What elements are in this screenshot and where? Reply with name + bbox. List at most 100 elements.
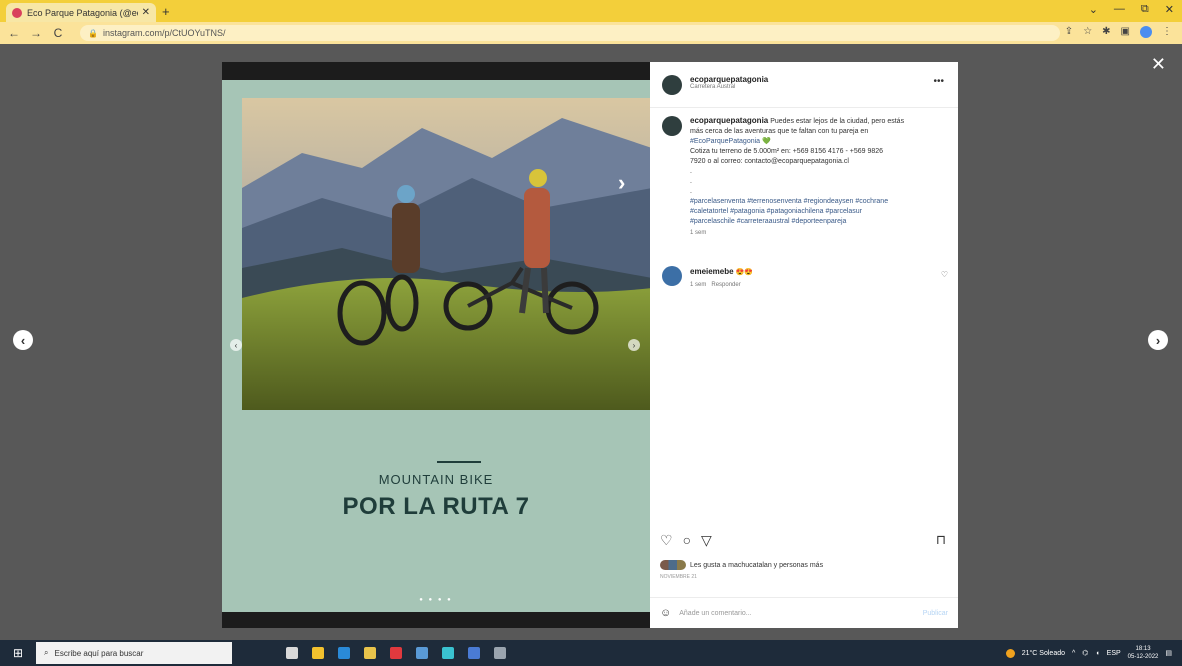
author-username[interactable]: ecoparquepatagonia bbox=[690, 75, 768, 84]
caption-line: Cotiza tu terreno de 5.000m² en: +569 81… bbox=[690, 148, 884, 155]
new-tab-button[interactable]: + bbox=[162, 4, 170, 19]
image-caption-small: MOUNTAIN BIKE bbox=[378, 472, 494, 487]
screen: Eco Parque Patagonia (@ecopar ✕ + ⌄ — ⧉ … bbox=[0, 0, 1182, 666]
modal-close-icon[interactable]: ✕ bbox=[1151, 54, 1166, 75]
weather-text[interactable]: 21°C Soleado bbox=[1022, 650, 1065, 657]
tray-chevron-icon[interactable]: ^ bbox=[1072, 650, 1075, 657]
carousel-dots: ● ● ● ● bbox=[419, 597, 453, 603]
browser-tabbar: Eco Parque Patagonia (@ecopar ✕ + ⌄ — ⧉ … bbox=[0, 0, 1182, 22]
comment-username[interactable]: emeiemebe bbox=[690, 267, 734, 276]
tab-search-chevron-icon[interactable]: ⌄ bbox=[1089, 3, 1098, 16]
caption-hashtags[interactable]: #parcelaschile #carreteraaustral #deport… bbox=[690, 217, 940, 227]
taskbar-search[interactable]: ⌕ Escribe aquí para buscar bbox=[36, 642, 232, 664]
caption-author[interactable]: ecoparquepatagonia bbox=[690, 116, 768, 125]
next-post-button[interactable]: › bbox=[1148, 330, 1168, 350]
task-view-icon[interactable] bbox=[286, 647, 298, 659]
windows-start-icon[interactable]: ⊞ bbox=[0, 646, 36, 660]
reload-button[interactable]: C bbox=[52, 26, 64, 40]
carousel-mini-prev-icon[interactable]: ‹ bbox=[230, 339, 242, 351]
caption-line: . bbox=[690, 168, 692, 175]
emoji-picker-icon[interactable]: ☺ bbox=[660, 607, 671, 619]
like-heart-icon[interactable]: ♡ bbox=[660, 532, 673, 549]
mountain-bikers-photo bbox=[242, 98, 650, 410]
caption-hashtags[interactable]: #caletatortel #patagonia #patagoniachile… bbox=[690, 207, 940, 217]
taskbar-clock[interactable]: 18:13 05-12-2022 bbox=[1128, 645, 1159, 661]
browser-tab[interactable]: Eco Parque Patagonia (@ecopar ✕ bbox=[6, 3, 156, 22]
post-image: › ‹ › MOUNTAIN BIKE POR LA RUTA 7 ● ● ● … bbox=[222, 62, 650, 628]
sidebar-icon[interactable]: ▣ bbox=[1121, 26, 1130, 38]
add-comment-bar: ☺ Añade un comentario... Publicar bbox=[650, 597, 958, 628]
previous-post-button[interactable]: ‹ bbox=[13, 330, 33, 350]
share-icon[interactable]: ⇪ bbox=[1065, 26, 1073, 38]
chrome-browser-icon[interactable] bbox=[442, 647, 454, 659]
caption-time: 1 sem bbox=[690, 230, 707, 236]
maximize-button[interactable]: ⧉ bbox=[1141, 3, 1149, 16]
commenter-avatar[interactable] bbox=[662, 266, 682, 286]
image-caption-big: POR LA RUTA 7 bbox=[342, 493, 530, 520]
post-modal-overlay: ✕ ‹ › › ‹ › MOUNTAIN BIKE POR LA RUTA 7 … bbox=[0, 44, 1182, 640]
taskbar-search-placeholder: Escribe aquí para buscar bbox=[54, 648, 144, 658]
likes-summary: Les gusta a machucatalan y personas más bbox=[660, 560, 823, 570]
likes-text[interactable]: Les gusta a machucatalan y personas más bbox=[690, 562, 823, 569]
liker-avatars bbox=[660, 560, 686, 570]
network-icon[interactable]: ⌬ bbox=[1082, 649, 1088, 657]
search-icon: ⌕ bbox=[44, 648, 49, 657]
star-icon[interactable]: ☆ bbox=[1083, 26, 1092, 38]
author-avatar[interactable] bbox=[662, 75, 682, 95]
carousel-mini-next-icon[interactable]: › bbox=[628, 339, 640, 351]
tab-close-icon[interactable]: ✕ bbox=[142, 7, 150, 18]
caption-line: . bbox=[690, 178, 692, 185]
minimize-button[interactable]: — bbox=[1114, 3, 1125, 16]
store-icon[interactable] bbox=[416, 647, 428, 659]
post-location[interactable]: Carretera Austral bbox=[690, 84, 768, 90]
browser-toolbar: ← → C 🔒 instagram.com/p/CtUOYuTNS/ ⇪ ☆ ✱… bbox=[0, 22, 1182, 44]
back-button[interactable]: ← bbox=[8, 26, 20, 40]
windows-taskbar: ⊞ ⌕ Escribe aquí para buscar 21°C Solead… bbox=[0, 640, 1182, 666]
file-explorer-icon[interactable] bbox=[312, 647, 324, 659]
publish-button[interactable]: Publicar bbox=[923, 610, 948, 617]
instagram-favicon-icon bbox=[12, 7, 22, 18]
address-bar[interactable]: 🔒 instagram.com/p/CtUOYuTNS/ bbox=[80, 25, 1060, 41]
post-side-panel: ecoparquepatagonia Carretera Austral •••… bbox=[650, 62, 958, 628]
url-text: instagram.com/p/CtUOYuTNS/ bbox=[102, 28, 226, 38]
notifications-icon[interactable]: ▤ bbox=[1165, 649, 1172, 657]
more-options-icon[interactable]: ••• bbox=[933, 76, 944, 87]
comment-like-icon[interactable]: ♡ bbox=[941, 270, 948, 279]
word-app-icon[interactable] bbox=[468, 647, 480, 659]
reply-button[interactable]: Responder bbox=[711, 282, 740, 288]
folder-icon[interactable] bbox=[364, 647, 376, 659]
volume-icon[interactable]: ◖ bbox=[1095, 650, 1099, 657]
clock-time: 18:13 bbox=[1135, 646, 1151, 652]
security-app-icon[interactable] bbox=[390, 647, 402, 659]
extensions-icon[interactable]: ✱ bbox=[1102, 26, 1110, 38]
comment-item: emeiemebe 😍😍 1 sem Responder bbox=[690, 267, 930, 288]
share-send-icon[interactable]: ▽ bbox=[701, 532, 712, 549]
caption-line: Puedes estar lejos de la ciudad, pero es… bbox=[770, 118, 905, 125]
lock-icon: 🔒 bbox=[88, 28, 98, 38]
post-date: NOVIEMBRE 21 bbox=[660, 574, 697, 580]
add-comment-input[interactable]: Añade un comentario... bbox=[679, 610, 751, 617]
caption-line: . bbox=[690, 188, 692, 195]
system-tray: 21°C Soleado ^ ⌬ ◖ ESP 18:13 05-12-2022 … bbox=[1005, 640, 1172, 666]
caption-line: 7920 o al correo: contacto@ecoparquepata… bbox=[690, 158, 849, 165]
caption-line[interactable]: #EcoParquePatagonia 💚 bbox=[690, 137, 940, 147]
comment-time: 1 sem bbox=[690, 282, 707, 288]
post-header: ecoparquepatagonia Carretera Austral ••• bbox=[650, 62, 958, 108]
tab-title: Eco Parque Patagonia (@ecopar bbox=[27, 7, 138, 18]
taskbar-apps bbox=[286, 647, 506, 659]
caption-avatar[interactable] bbox=[662, 116, 682, 136]
edge-browser-icon[interactable] bbox=[338, 647, 350, 659]
caption-divider bbox=[437, 461, 481, 463]
carousel-next-icon[interactable]: › bbox=[618, 170, 625, 196]
caption-hashtags[interactable]: #parcelasenventa #terrenosenventa #regio… bbox=[690, 197, 940, 207]
browser-menu-icon[interactable]: ⋮ bbox=[1162, 26, 1172, 38]
comment-bubble-icon[interactable]: ○ bbox=[683, 532, 691, 549]
caption-line: más cerca de las aventuras que te faltan… bbox=[690, 128, 869, 135]
language-indicator[interactable]: ESP bbox=[1107, 650, 1121, 657]
profile-avatar-icon[interactable] bbox=[1140, 26, 1152, 38]
forward-button[interactable]: → bbox=[30, 26, 42, 40]
bookmark-icon[interactable]: ⊓ bbox=[936, 532, 946, 548]
post-actions: ♡ ○ ▽ bbox=[660, 532, 950, 549]
paint-app-icon[interactable] bbox=[494, 647, 506, 659]
window-close-button[interactable]: ✕ bbox=[1165, 3, 1174, 16]
